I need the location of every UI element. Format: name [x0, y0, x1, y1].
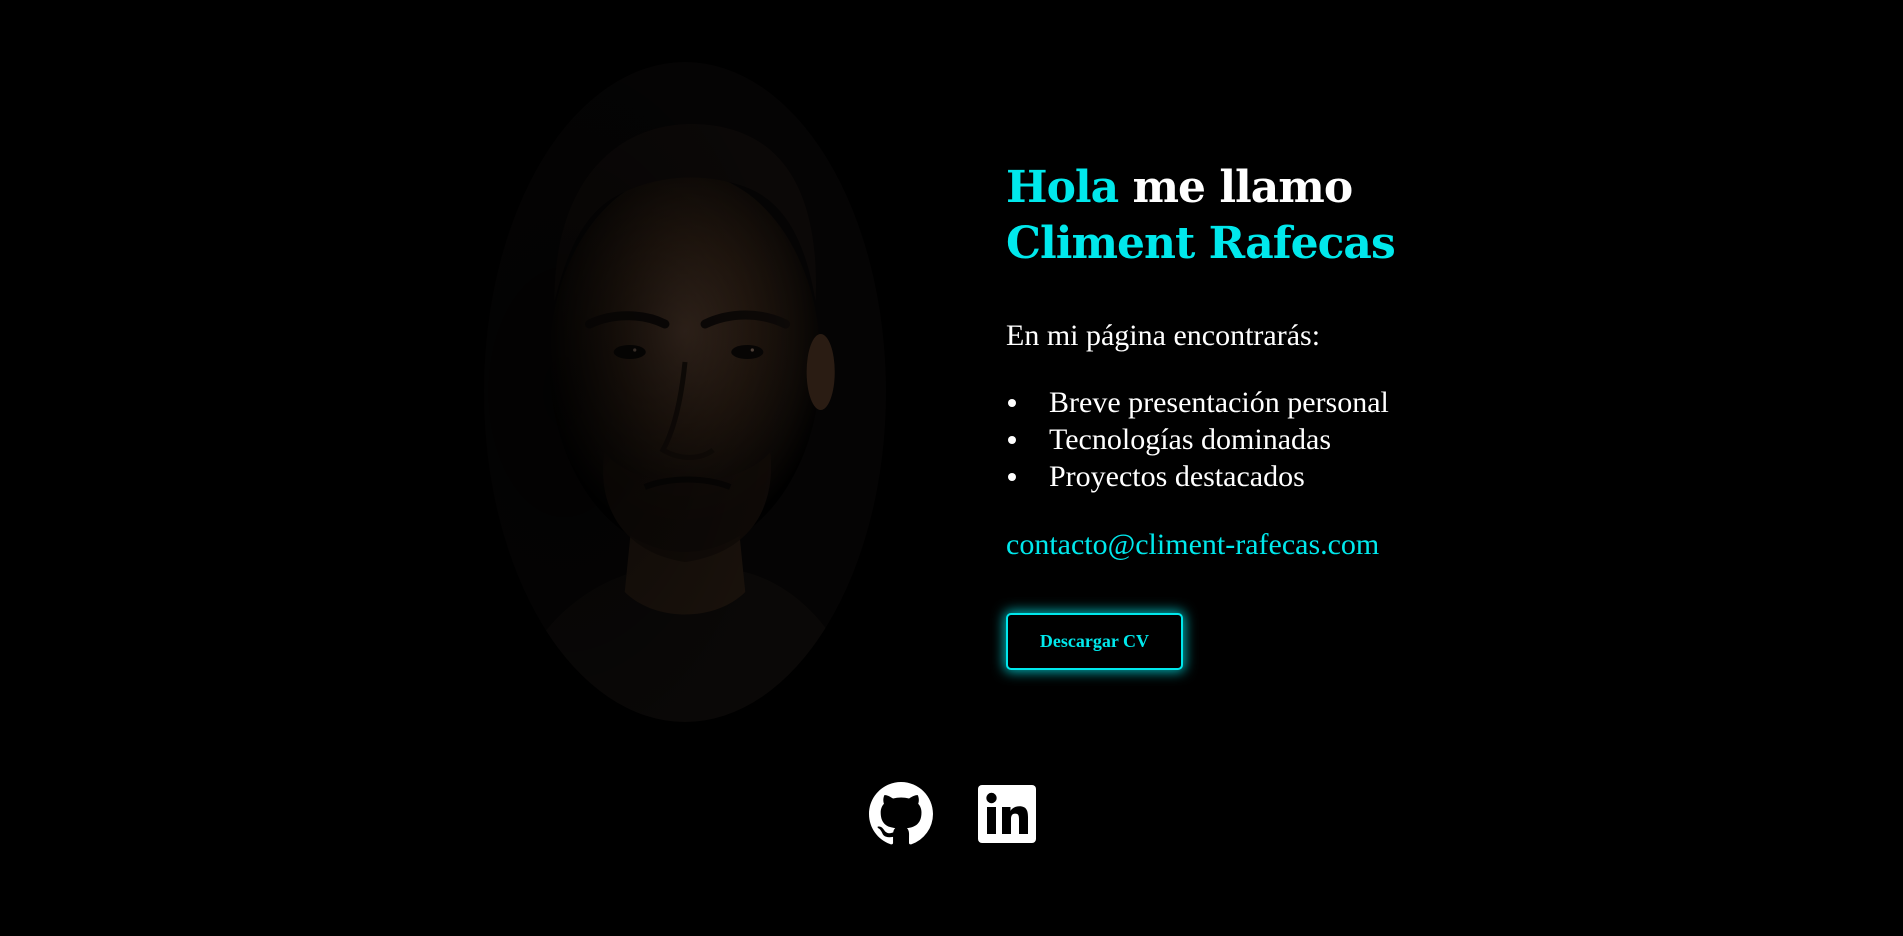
- linkedin-icon: [978, 785, 1036, 843]
- github-link[interactable]: [869, 782, 933, 846]
- profile-photo: [484, 62, 886, 722]
- list-item: Tecnologías dominadas: [1006, 421, 1526, 458]
- feature-label: Tecnologías dominadas: [1049, 423, 1331, 456]
- greeting-rest: me llamo: [1118, 162, 1353, 213]
- feature-label: Breve presentación personal: [1049, 386, 1389, 419]
- hero-name: Climent Rafecas: [1006, 218, 1396, 269]
- hero-heading: Hola me llamo Climent Rafecas: [1006, 160, 1526, 272]
- portrait-illustration: [484, 62, 886, 722]
- hero-content: Hola me llamo Climent Rafecas En mi pági…: [1006, 160, 1526, 670]
- email-link[interactable]: contacto@climent-rafecas.com: [1006, 527, 1379, 563]
- social-links: [869, 782, 1039, 846]
- bullet-icon: [1008, 399, 1016, 407]
- linkedin-link[interactable]: [975, 782, 1039, 846]
- greeting-accent: Hola: [1006, 162, 1119, 213]
- download-cv-button[interactable]: Descargar CV: [1006, 613, 1183, 670]
- github-icon: [869, 782, 933, 845]
- list-item: Breve presentación personal: [1006, 384, 1526, 421]
- list-item: Proyectos destacados: [1006, 458, 1526, 495]
- feature-list: Breve presentación personal Tecnologías …: [1006, 384, 1526, 495]
- bullet-icon: [1008, 473, 1016, 481]
- feature-label: Proyectos destacados: [1049, 460, 1305, 493]
- bullet-icon: [1008, 436, 1016, 444]
- intro-text: En mi página encontrarás:: [1006, 319, 1321, 352]
